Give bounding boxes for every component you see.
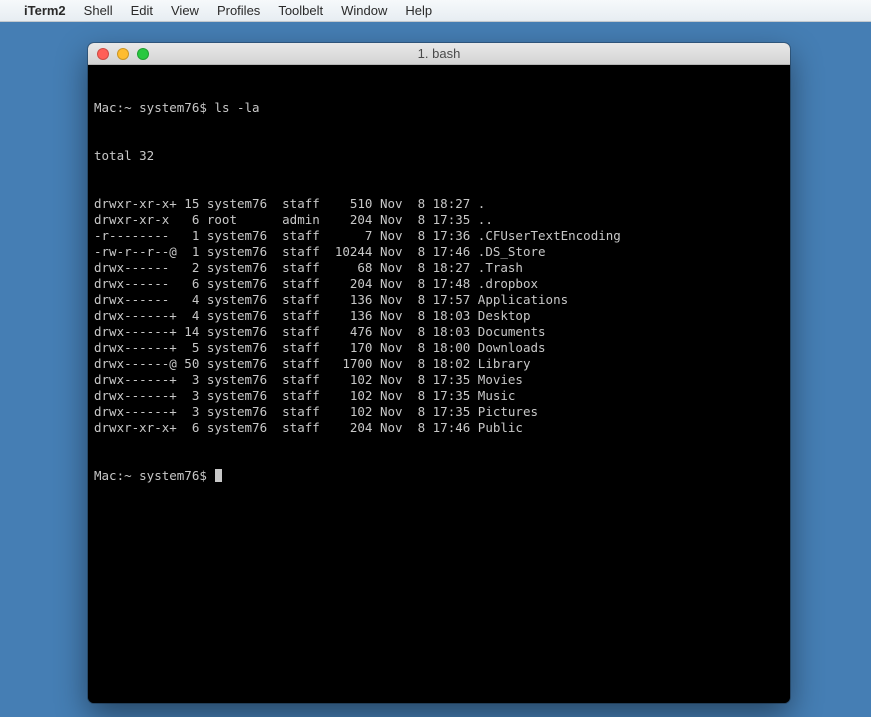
menubar-item-shell[interactable]: Shell [84, 3, 113, 18]
ls-row: drwx------+ 4 system76 staff 136 Nov 8 1… [94, 308, 784, 324]
prompt-text: Mac:~ system76$ [94, 468, 214, 483]
menubar-item-profiles[interactable]: Profiles [217, 3, 260, 18]
menubar-item-window[interactable]: Window [341, 3, 387, 18]
menubar-app-name[interactable]: iTerm2 [24, 3, 66, 18]
minimize-icon[interactable] [117, 48, 129, 60]
prompt-text: Mac:~ system76$ [94, 100, 214, 115]
menubar-item-edit[interactable]: Edit [131, 3, 153, 18]
macos-menubar: iTerm2 Shell Edit View Profiles Toolbelt… [0, 0, 871, 22]
zoom-icon[interactable] [137, 48, 149, 60]
ls-row: drwx------+ 3 system76 staff 102 Nov 8 1… [94, 404, 784, 420]
ls-row: drwxr-xr-x+ 6 system76 staff 204 Nov 8 1… [94, 420, 784, 436]
ls-row: drwx------+ 3 system76 staff 102 Nov 8 1… [94, 372, 784, 388]
ls-row: drwx------+ 3 system76 staff 102 Nov 8 1… [94, 388, 784, 404]
menubar-item-view[interactable]: View [171, 3, 199, 18]
traffic-lights [88, 48, 149, 60]
close-icon[interactable] [97, 48, 109, 60]
terminal-output-total: total 32 [94, 148, 784, 164]
ls-row: drwx------+ 14 system76 staff 476 Nov 8 … [94, 324, 784, 340]
ls-row: drwx------@ 50 system76 staff 1700 Nov 8… [94, 356, 784, 372]
ls-row: drwx------ 4 system76 staff 136 Nov 8 17… [94, 292, 784, 308]
ls-row: drwx------+ 5 system76 staff 170 Nov 8 1… [94, 340, 784, 356]
ls-row: -rw-r--r--@ 1 system76 staff 10244 Nov 8… [94, 244, 784, 260]
window-title: 1. bash [88, 46, 790, 61]
terminal-prompt-line: Mac:~ system76$ ls -la [94, 100, 784, 116]
menubar-item-toolbelt[interactable]: Toolbelt [278, 3, 323, 18]
cursor-block-icon [215, 469, 222, 482]
ls-row: drwxr-xr-x+ 15 system76 staff 510 Nov 8 … [94, 196, 784, 212]
terminal-prompt-line: Mac:~ system76$ [94, 468, 784, 484]
ls-row: drwxr-xr-x 6 root admin 204 Nov 8 17:35 … [94, 212, 784, 228]
terminal-content[interactable]: Mac:~ system76$ ls -la total 32 drwxr-xr… [88, 65, 790, 703]
window-titlebar[interactable]: 1. bash [88, 43, 790, 65]
menubar-item-help[interactable]: Help [405, 3, 432, 18]
ls-row: drwx------ 6 system76 staff 204 Nov 8 17… [94, 276, 784, 292]
ls-row: drwx------ 2 system76 staff 68 Nov 8 18:… [94, 260, 784, 276]
command-text: ls -la [214, 100, 259, 115]
terminal-window: 1. bash Mac:~ system76$ ls -la total 32 … [88, 43, 790, 703]
ls-row: -r-------- 1 system76 staff 7 Nov 8 17:3… [94, 228, 784, 244]
